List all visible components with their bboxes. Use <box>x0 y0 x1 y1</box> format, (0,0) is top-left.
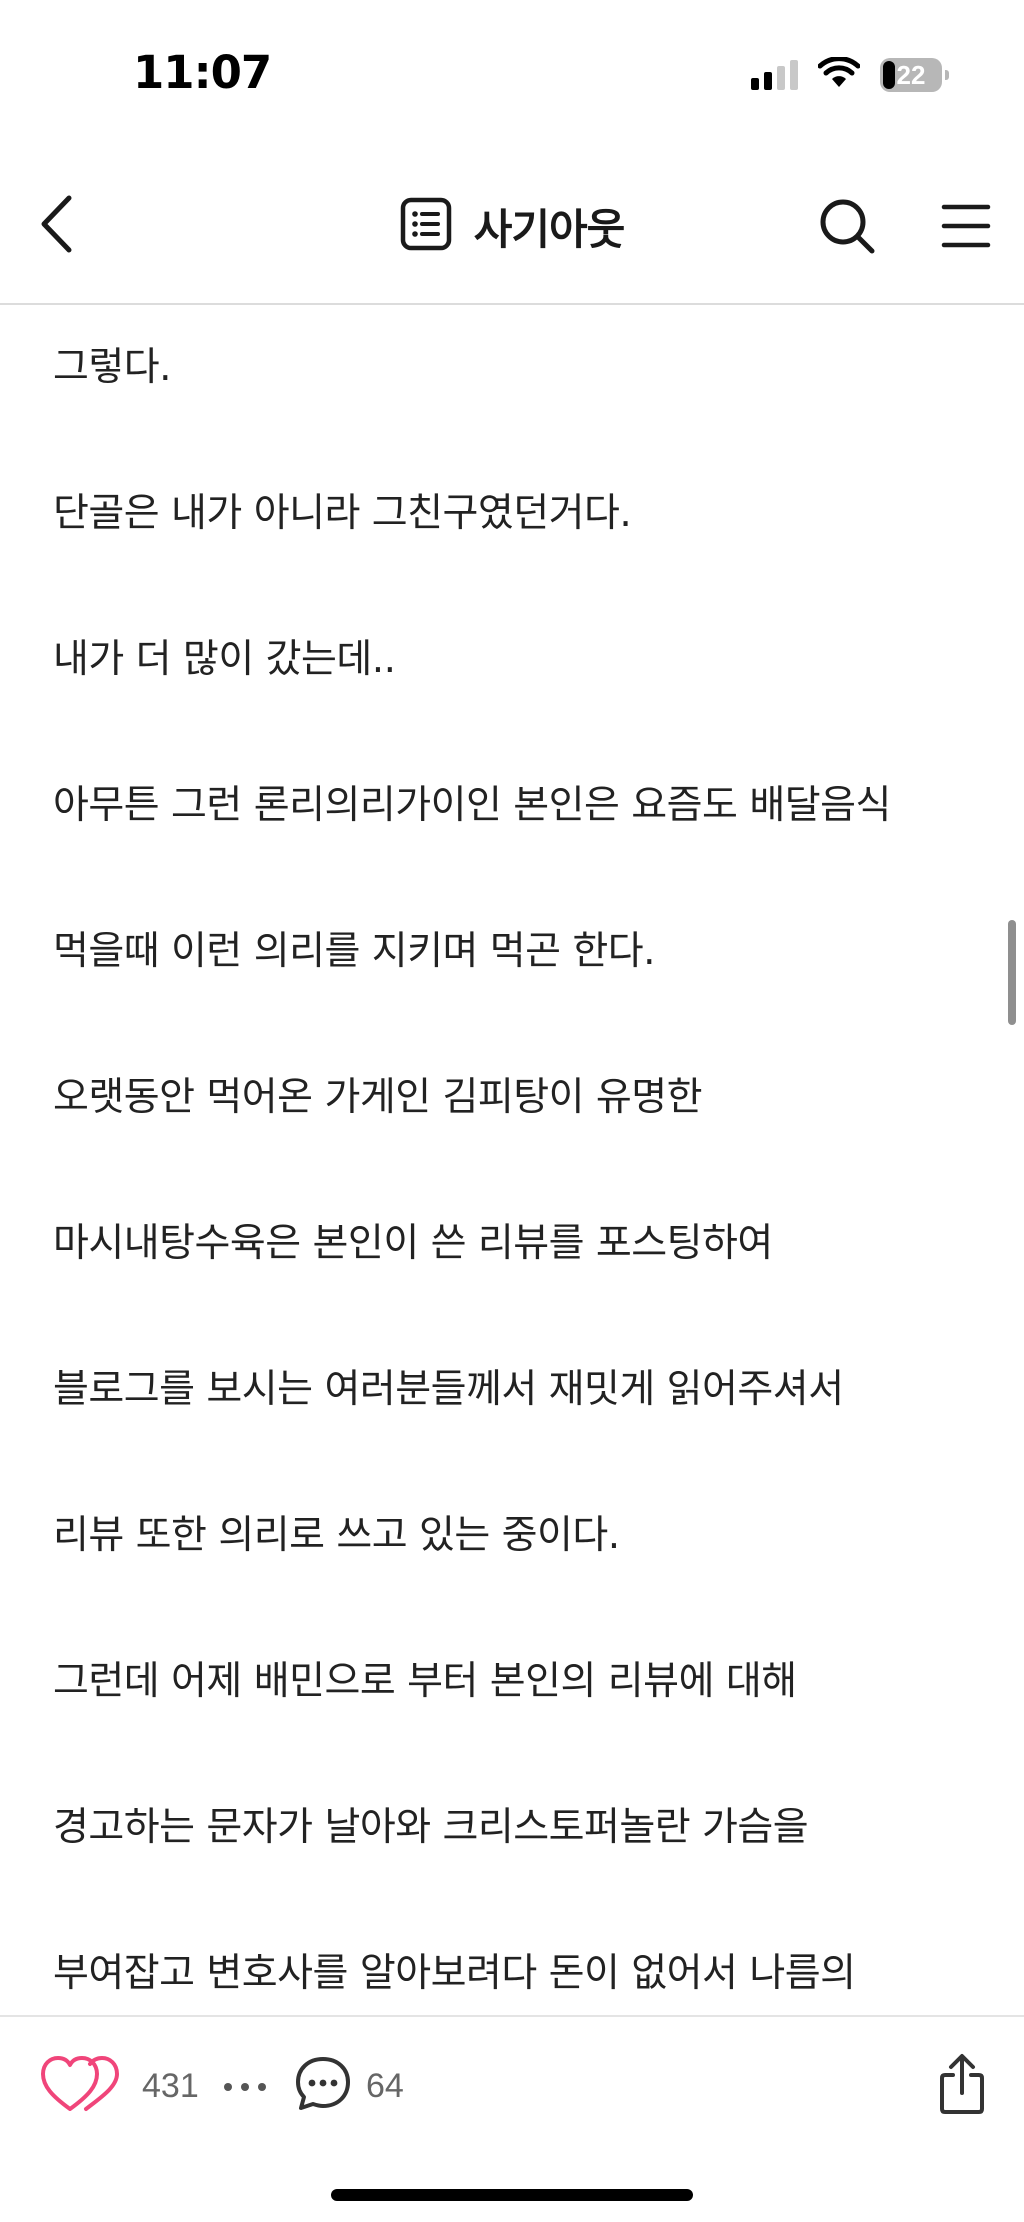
article-paragraph: 마시내탕수육은 본인이 쓴 리뷰를 포스팅하여 <box>53 1221 773 1266</box>
article-paragraph: 블로그를 보시는 여러분들께서 재밋게 읽어주셔서 <box>53 1367 844 1412</box>
like-count: 431 <box>142 2066 199 2105</box>
article-body[interactable]: 그렇다. 단골은 내가 아니라 그친구였던거다. 내가 더 많이 갔는데.. 아… <box>0 305 1024 2015</box>
battery-level: 22 <box>896 59 926 90</box>
comment-button[interactable]: 64 <box>294 2049 404 2123</box>
article-paragraph: 그렇다. <box>53 345 172 390</box>
article-paragraph: 리뷰 또한 의리로 쓰고 있는 중이다. <box>53 1513 620 1558</box>
list-icon <box>400 197 452 255</box>
top-nav-bar: 사기아웃 <box>0 150 1024 305</box>
status-bar: 11:07 22 <box>0 0 1024 150</box>
article-paragraph: 오랫동안 먹어온 가게인 김피탕이 유명한 <box>53 1075 703 1120</box>
menu-button[interactable] <box>934 196 998 260</box>
status-time: 11:07 <box>133 46 272 99</box>
article-paragraph: 아무튼 그런 론리의리가이인 본인은 요즘도 배달음식 <box>53 783 891 828</box>
cellular-signal-icon <box>751 60 798 90</box>
more-options-button[interactable] <box>220 2067 270 2107</box>
battery-icon: 22 <box>880 58 949 92</box>
article-paragraph: 경고하는 문자가 날아와 크리스토퍼놀란 가슴을 <box>53 1805 809 1850</box>
search-icon <box>818 197 876 259</box>
wifi-icon <box>817 56 861 93</box>
status-indicators: 22 <box>751 52 949 98</box>
home-indicator[interactable] <box>331 2189 693 2201</box>
like-button[interactable]: 431 <box>40 2049 199 2123</box>
article-paragraph: 그런데 어제 배민으로 부터 본인의 리뷰에 대해 <box>53 1659 797 1704</box>
comment-count: 64 <box>366 2066 404 2105</box>
heart-icon <box>40 2054 124 2118</box>
share-icon <box>938 2053 986 2119</box>
article-paragraph: 단골은 내가 아니라 그친구였던거다. <box>53 491 632 536</box>
bottom-action-bar: 431 64 <box>0 2015 1024 2222</box>
share-button[interactable] <box>932 2051 992 2121</box>
article-paragraph: 내가 더 많이 갔는데.. <box>53 637 396 682</box>
more-dots-icon <box>222 2078 268 2097</box>
back-button[interactable] <box>30 190 82 262</box>
article-paragraph: 먹을때 이런 의리를 지키며 먹곤 한다. <box>53 929 656 974</box>
search-button[interactable] <box>815 196 879 260</box>
chevron-left-icon <box>36 193 76 259</box>
article-paragraph: 부여잡고 변호사를 알아보려다 돈이 없어서 나름의 <box>53 1951 856 1996</box>
scrollbar-thumb[interactable] <box>1008 920 1016 1025</box>
hamburger-menu-icon <box>941 201 991 255</box>
page-title: 사기아웃 <box>473 204 626 254</box>
comment-bubble-icon <box>294 2055 352 2117</box>
